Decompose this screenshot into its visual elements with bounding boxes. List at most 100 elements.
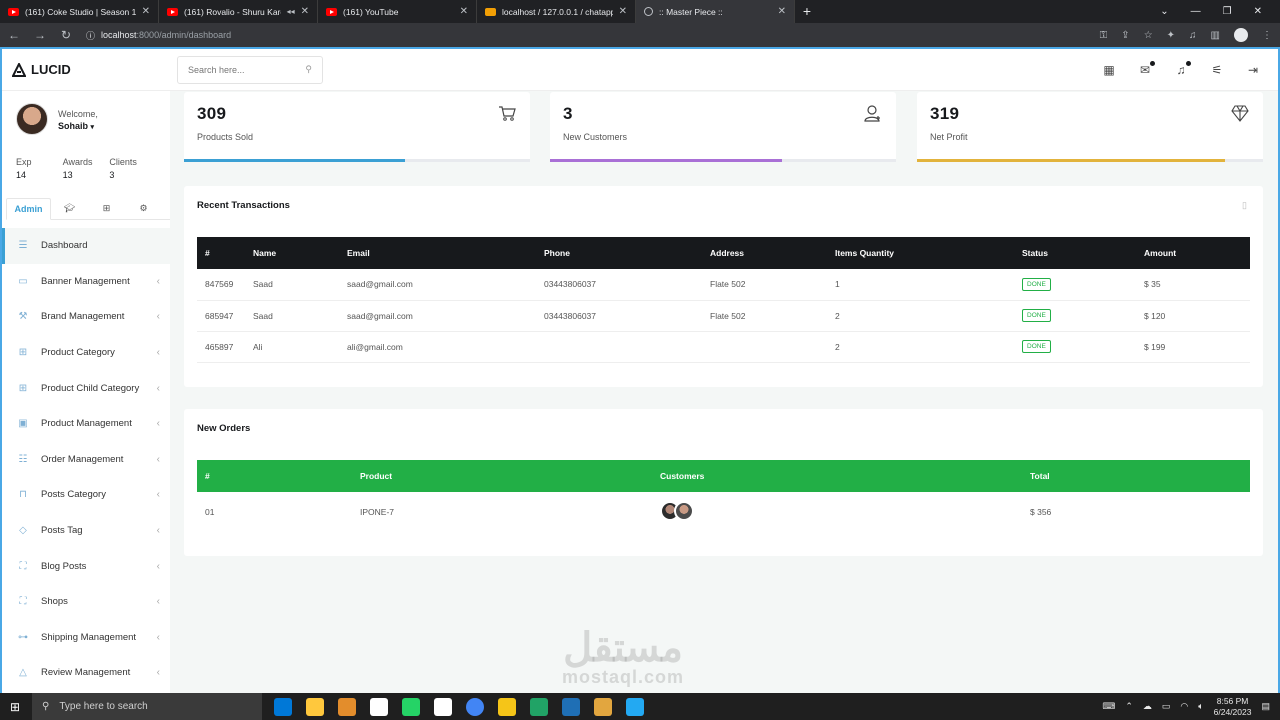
url-path: :8000/admin/dashboard [136, 30, 232, 40]
forward-icon[interactable]: → [34, 28, 46, 42]
close-tab-icon[interactable]: ✕ [301, 6, 309, 17]
youtube-icon [8, 7, 19, 16]
taskbar-app-icon[interactable] [274, 697, 292, 716]
taskbar-app-icon[interactable] [498, 697, 516, 716]
taskbar-apps [274, 697, 644, 716]
taskbar-app-icon[interactable] [306, 697, 324, 716]
sidebar-item-banner-management[interactable]: ▭ Banner Management ‹ [2, 264, 170, 300]
mail-icon[interactable]: ✉ [1138, 60, 1155, 77]
panel-options-icon[interactable]: ▯ [1242, 200, 1247, 211]
sidebar-item-product-management[interactable]: ▣ Product Management ‹ [2, 406, 170, 442]
taskbar-app-icon[interactable] [626, 697, 644, 716]
chevron-left-icon: ‹ [156, 347, 160, 359]
tab-education[interactable]: 🎓︎ [51, 197, 88, 219]
sidebar-item-product-child-category[interactable]: ⊞ Product Child Category ‹ [2, 370, 170, 406]
sidebar-item-shipping-management[interactable]: ⊶ Shipping Management ‹ [2, 620, 170, 656]
keyboard-icon[interactable]: ⌨ [1102, 701, 1115, 712]
taskbar-app-icon[interactable] [370, 697, 388, 716]
taskbar-app-icon[interactable] [530, 697, 548, 716]
tab-settings[interactable]: ⚙ [125, 197, 162, 219]
share-icon[interactable]: ⇪ [1121, 30, 1129, 41]
sidebar-item-product-category[interactable]: ⊞ Product Category ‹ [2, 335, 170, 371]
reload-icon[interactable]: ↻ [60, 28, 72, 42]
customer-avatar[interactable] [674, 501, 694, 521]
watermark-sub: mostaql.com [562, 667, 685, 687]
restore-icon[interactable]: ❐ [1223, 6, 1232, 17]
browser-tab[interactable]: (161) Rovalio - Shuru Karein ◂◂ ✕ [159, 0, 318, 23]
sidebar-item-label: Shipping Management [41, 631, 137, 643]
table-row[interactable]: 465897 Ali ali@gmail.com 2 DONE $ 199 [197, 331, 1250, 363]
stat-label: Clients [109, 157, 137, 167]
close-window-icon[interactable]: ✕ [1254, 6, 1262, 17]
sidebar-item-posts-tag[interactable]: ◇ Posts Tag ‹ [2, 513, 170, 549]
cell-id: 465897 [197, 331, 245, 363]
notification-center-icon[interactable]: ▤ [1261, 701, 1270, 712]
browser-tab[interactable]: :: Master Piece :: ✕ [636, 0, 795, 23]
taskbar-app-icon[interactable] [402, 697, 420, 716]
tab-admin[interactable]: Admin [6, 198, 51, 220]
search-input[interactable]: Search here... ⚲ [177, 55, 323, 84]
sidebar-item-blog-posts[interactable]: ⛶ Blog Posts ‹ [2, 548, 170, 584]
new-tab-button[interactable]: + [795, 0, 819, 23]
key-icon[interactable]: ⚿ [1100, 30, 1108, 41]
watermark: مستقل mostaql.com [562, 628, 684, 686]
bell-icon[interactable]: ♫ [1174, 60, 1191, 77]
menu-icon[interactable]: ⋮ [1262, 30, 1272, 41]
sidebar-item-review-management[interactable]: △ Review Management ‹ [2, 655, 170, 691]
close-tab-icon[interactable]: ✕ [142, 6, 150, 17]
taskbar-app-icon[interactable] [466, 697, 484, 716]
cell-address: Flate 502 [702, 269, 827, 301]
taskbar-app-icon[interactable] [594, 697, 612, 716]
stat-card-net-profit: 319 Net Profit [917, 92, 1263, 162]
speaker-icon[interactable]: ◂◂ [287, 7, 295, 16]
windows-start-icon[interactable]: ⊞ [10, 700, 20, 714]
tab-title: :: Master Piece :: [659, 6, 723, 17]
browser-tab[interactable]: localhost / 127.0.0.1 / chatapplic ✕ [477, 0, 636, 23]
media-icon[interactable]: ♫ [1189, 30, 1197, 41]
taskbar-app-icon[interactable] [338, 697, 356, 716]
user-avatar[interactable] [16, 102, 48, 135]
sidebar-item-brand-management[interactable]: ⚒ Brand Management ‹ [2, 299, 170, 335]
clock[interactable]: 8:56 PM 6/24/2023 [1214, 696, 1252, 718]
tab-grid[interactable]: ⊞ [88, 197, 125, 219]
sidepanel-icon[interactable]: ▥ [1211, 30, 1220, 41]
tab-search-icon[interactable]: ⌄ [1160, 6, 1168, 17]
taskbar-app-icon[interactable] [434, 697, 452, 716]
taskbar-app-icon[interactable] [562, 697, 580, 716]
battery-icon[interactable]: ▭ [1162, 701, 1171, 712]
logout-icon[interactable]: ⇥ [1246, 63, 1260, 77]
user-name-dropdown[interactable]: Sohaib ▾ [58, 121, 98, 131]
sidebar-item-shops[interactable]: ⛶ Shops ‹ [2, 584, 170, 620]
equalizer-icon[interactable]: ⚟ [1210, 63, 1224, 77]
browser-tab[interactable]: (161) YouTube ✕ [318, 0, 477, 23]
info-icon[interactable]: ⓘ [86, 29, 95, 42]
close-tab-icon[interactable]: ✕ [619, 6, 627, 17]
back-icon[interactable]: ← [8, 28, 20, 42]
chevron-up-icon[interactable]: ⌃ [1125, 701, 1133, 712]
close-tab-icon[interactable]: ✕ [778, 6, 786, 17]
browser-tab[interactable]: (161) Coke Studio | Season 14 | T ✕ [0, 0, 159, 23]
sidebar-item-order-management[interactable]: ☷ Order Management ‹ [2, 442, 170, 478]
calendar-icon[interactable]: ▦ [1102, 63, 1116, 77]
cell-product: IPONE-7 [360, 507, 395, 517]
sidebar-item-dashboard[interactable]: ☰ Dashboard [2, 228, 170, 264]
volume-icon[interactable]: 🔈︎ [1198, 701, 1203, 712]
profile-avatar[interactable] [1234, 28, 1248, 42]
minimize-icon[interactable]: — [1191, 6, 1201, 17]
taskbar-search-input[interactable]: ⚲ Type here to search [32, 693, 262, 720]
network-icon[interactable]: ☁ [1143, 701, 1152, 712]
wifi-icon[interactable]: ◠ [1180, 701, 1188, 712]
stat-card-label: Net Profit [930, 132, 968, 142]
cell-name: Ali [245, 331, 339, 363]
sidebar-item-posts-category[interactable]: ⊓ Posts Category ‹ [2, 477, 170, 513]
url-field[interactable]: ⓘ localhost :8000/admin/dashboard [86, 25, 1086, 45]
search-icon[interactable]: ⚲ [305, 64, 312, 75]
bookmark-star-icon[interactable]: ☆ [1144, 30, 1153, 41]
table-row[interactable]: 685947 Saad saad@gmail.com 03443806037 Flate… [197, 300, 1250, 332]
brand-logo[interactable]: LUCID [2, 62, 172, 77]
extensions-icon[interactable]: ✦ [1167, 30, 1175, 41]
close-tab-icon[interactable]: ✕ [460, 6, 468, 17]
chevron-left-icon: ‹ [156, 596, 160, 608]
table-row[interactable]: 01 IPONE-7 $ 356 [197, 492, 1250, 532]
table-row[interactable]: 847569 Saad saad@gmail.com 03443806037 Flate… [197, 269, 1250, 301]
